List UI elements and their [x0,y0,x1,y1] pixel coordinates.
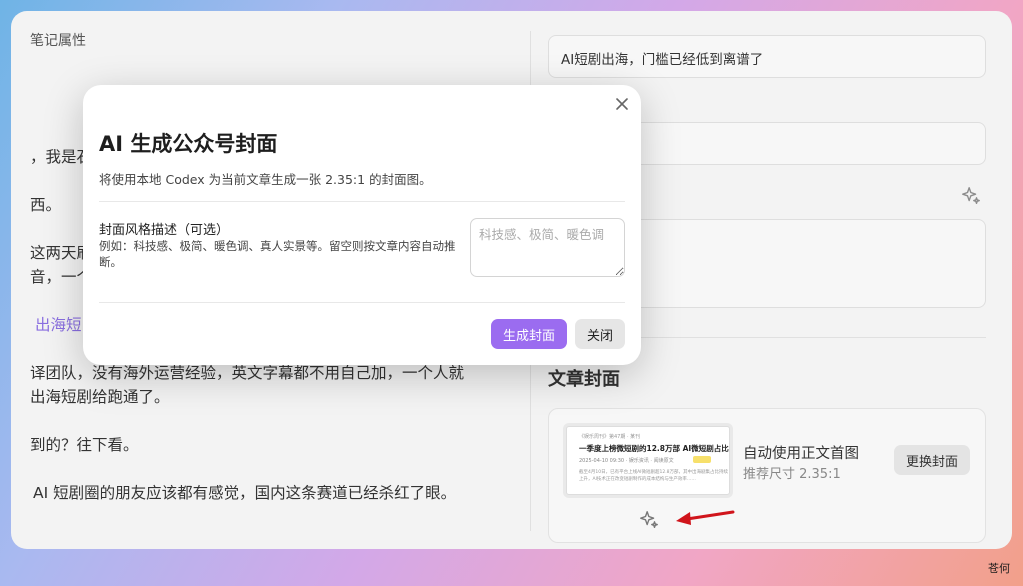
cover-size-hint: 推荐尺寸 2.35:1 [743,467,841,482]
dialog-divider [99,201,625,202]
body-text-line: 西。 [30,196,62,214]
thumbnail-tag [693,456,711,463]
ai-cover-dialog: AI 生成公众号封面 将使用本地 Codex 为当前文章生成一张 2.35:1 … [83,85,641,365]
body-text-line: 出海短剧给跑通了。 [30,388,170,406]
dialog-divider [99,302,625,303]
cover-section-title: 文章封面 [548,369,620,390]
replace-cover-button[interactable]: 更换封面 [894,445,970,475]
style-description-hint: 例如：科技感、极简、暖色调、真人实景等。留空则按文章内容自动推断。 [99,239,456,269]
close-button[interactable]: 关闭 [575,319,625,349]
dialog-title: AI 生成公众号封面 [99,132,278,156]
ai-sparkle-icon[interactable] [960,185,982,207]
cover-card: 《娱乐周刊》第47期 · 某刊 一季度上榜微短剧的12.8万部 AI微短剧占比超… [548,408,986,543]
red-arrow-annotation-icon [673,508,735,532]
cover-thumbnail[interactable]: 《娱乐周刊》第47期 · 某刊 一季度上榜微短剧的12.8万部 AI微短剧占比超… [566,426,730,495]
watermark: 苍何 [988,562,1010,575]
style-description-label: 封面风格描述（可选） [99,223,230,238]
body-link[interactable]: 出海短 [35,313,82,335]
close-icon[interactable] [613,95,631,113]
body-text-line: 到的？往下看。 [30,436,139,454]
cover-source-label: 自动使用正文首图 [743,446,859,462]
dialog-description: 将使用本地 Codex 为当前文章生成一张 2.35:1 的封面图。 [99,172,432,187]
generate-cover-button[interactable]: 生成封面 [491,319,567,349]
thumbnail-body: 截至4月10日，已有平台上线AI微短剧超12.8万部，其中出海剧集占比持续上升，… [579,470,729,482]
thumbnail-meta: 2025-04-10 09:30 · 娱乐资讯 · 阅读原文 [579,458,674,464]
note-properties-title[interactable]: 笔记属性 [30,30,86,50]
thumbnail-title: 一季度上榜微短剧的12.8万部 AI微短剧占比超95% [579,444,729,453]
body-text-line: AI 短剧圈的朋友应该都有感觉，国内这条赛道已经杀红了眼。 [33,484,457,502]
article-title-field[interactable]: AI短剧出海，门槛已经低到离谱了 [548,35,986,78]
ai-generate-cover-icon[interactable] [638,509,660,531]
style-description-input[interactable] [470,218,625,277]
thumbnail-header: 《娱乐周刊》第47期 · 某刊 [579,434,641,440]
